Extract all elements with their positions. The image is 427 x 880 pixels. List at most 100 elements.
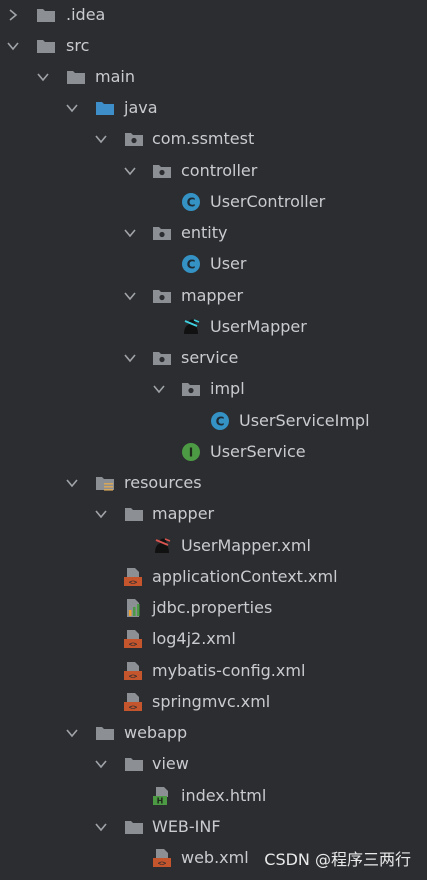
chevron-down-icon[interactable] xyxy=(6,39,20,53)
tree-item-label: UserServiceImpl xyxy=(239,411,370,430)
tree-item-label: com.ssmtest xyxy=(152,129,255,148)
svg-text:I: I xyxy=(189,446,193,460)
package-icon xyxy=(124,129,144,149)
chevron-down-icon[interactable] xyxy=(65,476,79,490)
tree-item-label: entity xyxy=(181,223,228,242)
svg-text:<>: <> xyxy=(129,579,137,587)
folder-icon xyxy=(36,36,56,56)
tree-item-label: mybatis-config.xml xyxy=(152,661,306,680)
svg-text:<>: <> xyxy=(129,704,137,712)
chevron-down-icon[interactable] xyxy=(152,382,166,396)
tree-item-entity[interactable]: entity xyxy=(0,218,427,249)
chevron-down-icon[interactable] xyxy=(65,726,79,740)
tree-item-java[interactable]: java xyxy=(0,93,427,124)
tree-item-label: impl xyxy=(210,379,245,398)
svg-text:C: C xyxy=(187,196,196,210)
tree-item-mapper-folder[interactable]: mapper xyxy=(0,499,427,530)
xml-icon: <> xyxy=(123,629,143,649)
class-icon: C xyxy=(181,192,201,212)
package-icon xyxy=(152,348,172,368)
tree-item-label: jdbc.properties xyxy=(152,598,273,617)
html-icon: H xyxy=(152,786,172,806)
tree-item-index-html[interactable]: H index.html xyxy=(0,781,427,812)
tree-item-impl[interactable]: impl xyxy=(0,374,427,405)
tree-item-userservice[interactable]: I UserService xyxy=(0,437,427,468)
tree-item-label: UserService xyxy=(210,442,306,461)
chevron-down-icon[interactable] xyxy=(94,820,108,834)
chevron-down-icon[interactable] xyxy=(123,351,137,365)
chevron-right-icon[interactable] xyxy=(6,8,20,22)
tree-item-controller[interactable]: controller xyxy=(0,156,427,187)
chevron-down-icon[interactable] xyxy=(123,226,137,240)
xml-icon: <> xyxy=(152,848,172,868)
folder-icon xyxy=(124,504,144,524)
tree-item-label: resources xyxy=(124,473,202,492)
tree-item-label: .idea xyxy=(66,5,106,24)
tree-item-label: UserMapper.xml xyxy=(181,536,311,555)
tree-item-service[interactable]: service xyxy=(0,343,427,374)
svg-text:<>: <> xyxy=(129,641,137,649)
tree-item-log4j2-xml[interactable]: <> log4j2.xml xyxy=(0,624,427,655)
tree-item-label: src xyxy=(66,36,90,55)
tree-item-label: applicationContext.xml xyxy=(152,567,338,586)
folder-icon xyxy=(95,723,115,743)
tree-item-idea[interactable]: .idea xyxy=(0,0,427,31)
xml-icon: <> xyxy=(123,692,143,712)
tree-item-label: service xyxy=(181,348,239,367)
tree-item-label: mapper xyxy=(181,286,244,305)
tree-item-mapper-package[interactable]: mapper xyxy=(0,281,427,312)
tree-item-web-inf[interactable]: WEB-INF xyxy=(0,812,427,843)
mybatis-mapper-icon xyxy=(181,317,201,337)
tree-item-resources[interactable]: resources xyxy=(0,468,427,499)
tree-item-springmvc-xml[interactable]: <> springmvc.xml xyxy=(0,687,427,718)
tree-item-mybatis-config-xml[interactable]: <> mybatis-config.xml xyxy=(0,656,427,687)
properties-icon xyxy=(123,598,143,618)
folder-icon xyxy=(124,754,144,774)
tree-item-com-ssmtest[interactable]: com.ssmtest xyxy=(0,124,427,155)
xml-icon: <> xyxy=(123,661,143,681)
tree-item-userserviceimpl[interactable]: C UserServiceImpl xyxy=(0,406,427,437)
chevron-down-icon[interactable] xyxy=(94,507,108,521)
tree-item-usercontroller[interactable]: C UserController xyxy=(0,187,427,218)
tree-item-applicationcontext-xml[interactable]: <> applicationContext.xml xyxy=(0,562,427,593)
folder-icon xyxy=(124,817,144,837)
source-folder-icon xyxy=(95,98,115,118)
tree-item-label: log4j2.xml xyxy=(152,629,236,648)
chevron-down-icon[interactable] xyxy=(123,164,137,178)
folder-icon xyxy=(36,5,56,25)
svg-text:C: C xyxy=(187,258,196,272)
mybatis-xml-icon xyxy=(152,536,172,556)
chevron-down-icon[interactable] xyxy=(94,757,108,771)
tree-item-label: mapper xyxy=(152,504,215,523)
tree-item-user[interactable]: C User xyxy=(0,249,427,280)
tree-item-usermapper[interactable]: UserMapper xyxy=(0,312,427,343)
tree-item-main[interactable]: main xyxy=(0,62,427,93)
tree-item-src[interactable]: src xyxy=(0,31,427,62)
watermark: CSDN @程序三两行 xyxy=(264,850,411,869)
tree-item-label: web.xml xyxy=(181,848,249,867)
tree-item-label: User xyxy=(210,254,247,273)
tree-item-label: webapp xyxy=(124,723,188,742)
package-icon xyxy=(152,223,172,243)
tree-item-label: main xyxy=(95,67,135,86)
chevron-down-icon[interactable] xyxy=(94,132,108,146)
interface-icon: I xyxy=(181,442,201,462)
tree-item-usermapper-xml[interactable]: UserMapper.xml xyxy=(0,531,427,562)
tree-item-label: UserController xyxy=(210,192,326,211)
tree-item-label: view xyxy=(152,754,189,773)
chevron-down-icon[interactable] xyxy=(123,289,137,303)
folder-icon xyxy=(66,67,86,87)
tree-item-view[interactable]: view xyxy=(0,749,427,780)
chevron-down-icon[interactable] xyxy=(36,70,50,84)
tree-item-label: springmvc.xml xyxy=(152,692,271,711)
package-icon xyxy=(181,379,201,399)
svg-text:<>: <> xyxy=(158,860,166,868)
class-icon: C xyxy=(181,254,201,274)
package-icon xyxy=(152,286,172,306)
tree-item-webapp[interactable]: webapp xyxy=(0,718,427,749)
tree-item-label: controller xyxy=(181,161,258,180)
tree-item-jdbc-properties[interactable]: jdbc.properties xyxy=(0,593,427,624)
svg-text:<>: <> xyxy=(129,673,137,681)
tree-item-label: java xyxy=(124,98,158,117)
chevron-down-icon[interactable] xyxy=(65,101,79,115)
